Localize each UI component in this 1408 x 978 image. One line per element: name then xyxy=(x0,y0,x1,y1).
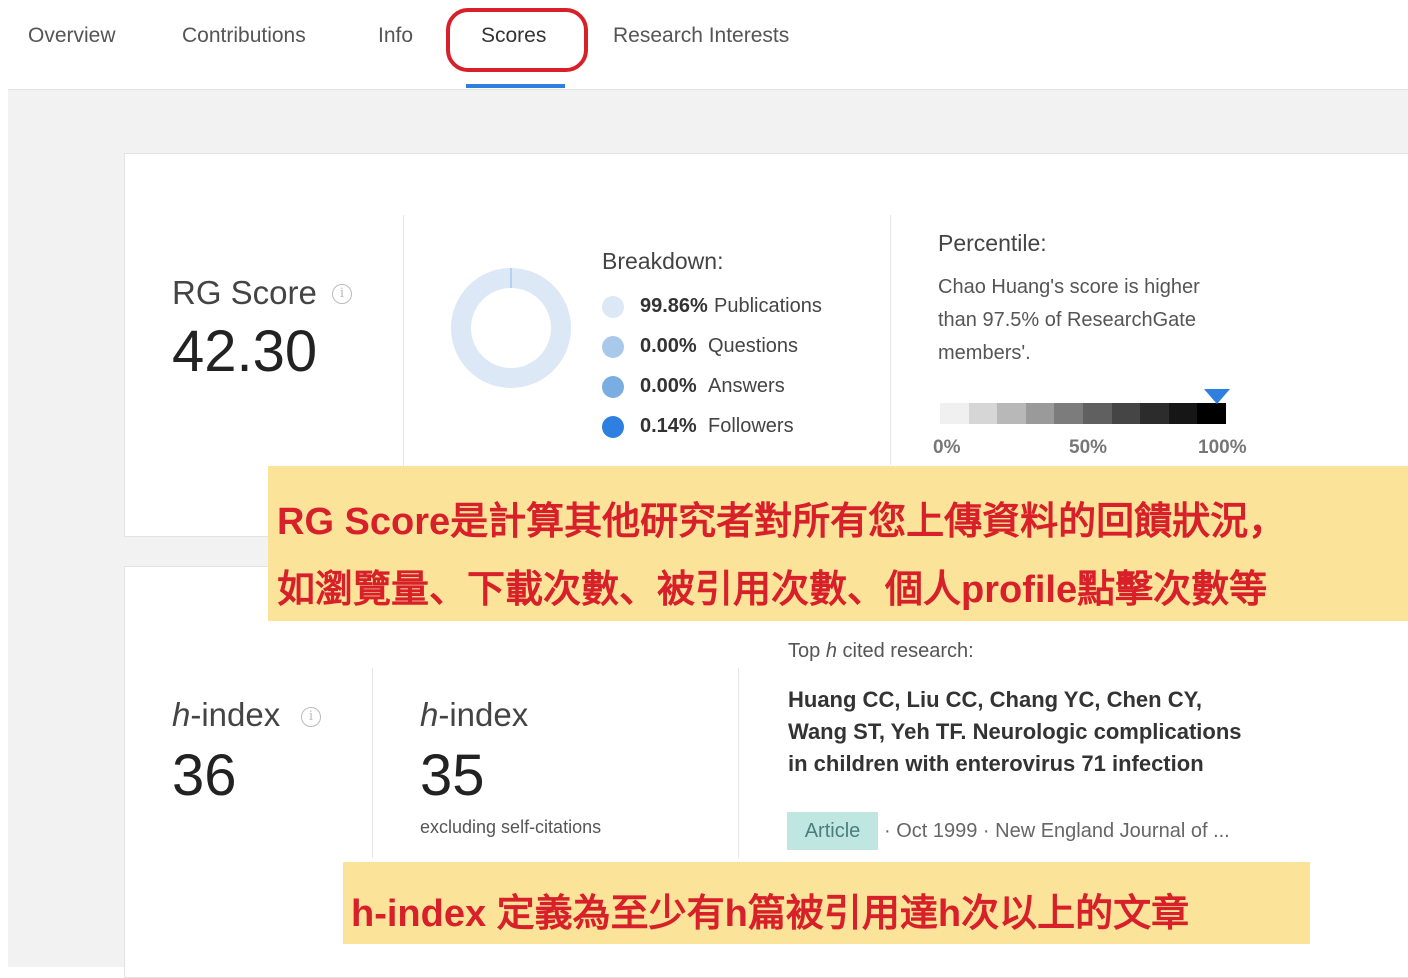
divider xyxy=(372,668,373,858)
divider xyxy=(890,215,891,465)
scale-label-50: 50% xyxy=(1069,437,1108,458)
donut-segment-publications xyxy=(451,268,571,388)
top-cited-heading-post: cited research: xyxy=(836,640,974,662)
tab-research-interests[interactable]: Research Interests xyxy=(613,24,789,48)
h-index-label: h-index xyxy=(172,696,280,734)
annotation-banner-rg-score: RG Score是計算其他研究者對所有您上傳資料的回饋狀況， 如瀏覽量、下載次數… xyxy=(268,466,1408,621)
h-italic: h xyxy=(825,640,837,662)
tab-overview[interactable]: Overview xyxy=(28,24,116,48)
annotation-line-2: 如瀏覽量、下載次數、被引用次數、個人profile點擊次數等 xyxy=(277,569,1268,611)
legend-name-followers: Followers xyxy=(708,415,794,437)
top-cited-heading: Top h cited research: xyxy=(788,640,974,663)
top-cited-article-title[interactable]: Huang CC, Liu CC, Chang YC, Chen CY, Wan… xyxy=(788,684,1258,780)
article-type-badge[interactable]: Article xyxy=(787,812,878,850)
breakdown-title: Breakdown: xyxy=(602,248,724,274)
legend-name-questions: Questions xyxy=(708,335,799,357)
scale-label-100: 100% xyxy=(1198,437,1247,458)
legend-pct-publications: 99.86% xyxy=(640,295,708,317)
breakdown-donut-chart xyxy=(451,268,571,388)
annotation-banner-h-index: h-index 定義為至少有h篇被引用達h次以上的文章 xyxy=(343,862,1310,944)
h-italic: h xyxy=(420,696,439,733)
percentile-scale xyxy=(940,403,1226,424)
legend-dot-followers xyxy=(602,416,624,438)
excluding-self-citations-note: excluding self-citations xyxy=(420,817,602,837)
legend-pct-followers: 0.14% xyxy=(640,415,697,437)
rg-score-value: 42.30 xyxy=(172,319,318,384)
divider xyxy=(738,668,739,858)
h-index-info-icon[interactable]: i xyxy=(301,707,321,727)
profile-tab-bar: Overview Contributions Info Scores Resea… xyxy=(0,0,1408,89)
active-tab-indicator xyxy=(466,84,565,88)
rg-score-label: RG Score xyxy=(172,274,317,311)
legend-pct-answers: 0.00% xyxy=(640,375,697,397)
percentile-description: Chao Huang's score is higher than 97.5% … xyxy=(938,276,1200,364)
article-meta: · Oct 1999 · New England Journal of ... xyxy=(884,820,1230,842)
tab-info[interactable]: Info xyxy=(378,24,413,48)
tab-contributions[interactable]: Contributions xyxy=(182,24,306,48)
h-italic: h xyxy=(172,696,191,733)
scale-label-0: 0% xyxy=(933,437,961,458)
legend-dot-answers xyxy=(602,376,624,398)
top-cited-heading-pre: Top xyxy=(788,640,826,662)
legend-pct-questions: 0.00% xyxy=(640,335,697,357)
legend-name-answers: Answers xyxy=(708,375,785,397)
h-index-excl-label-rest: -index xyxy=(438,696,529,733)
h-index-label-rest: -index xyxy=(190,696,281,733)
divider xyxy=(403,215,404,475)
percentile-title: Percentile: xyxy=(938,230,1047,256)
h-index-value: 36 xyxy=(172,743,237,808)
annotation-highlight-ring xyxy=(446,8,588,72)
rg-score-info-icon[interactable]: i xyxy=(332,284,352,304)
annotation-h-index-text: h-index 定義為至少有h篇被引用達h次以上的文章 xyxy=(351,893,1190,935)
percentile-marker xyxy=(1204,389,1230,404)
legend-dot-publications xyxy=(602,296,624,318)
legend-dot-questions xyxy=(602,336,624,358)
h-index-excl-value: 35 xyxy=(420,743,485,808)
legend-name-publications: Publications xyxy=(714,295,822,317)
annotation-line-1: RG Score是計算其他研究者對所有您上傳資料的回饋狀況， xyxy=(277,501,1287,543)
h-index-excl-label: h-index xyxy=(420,696,528,734)
